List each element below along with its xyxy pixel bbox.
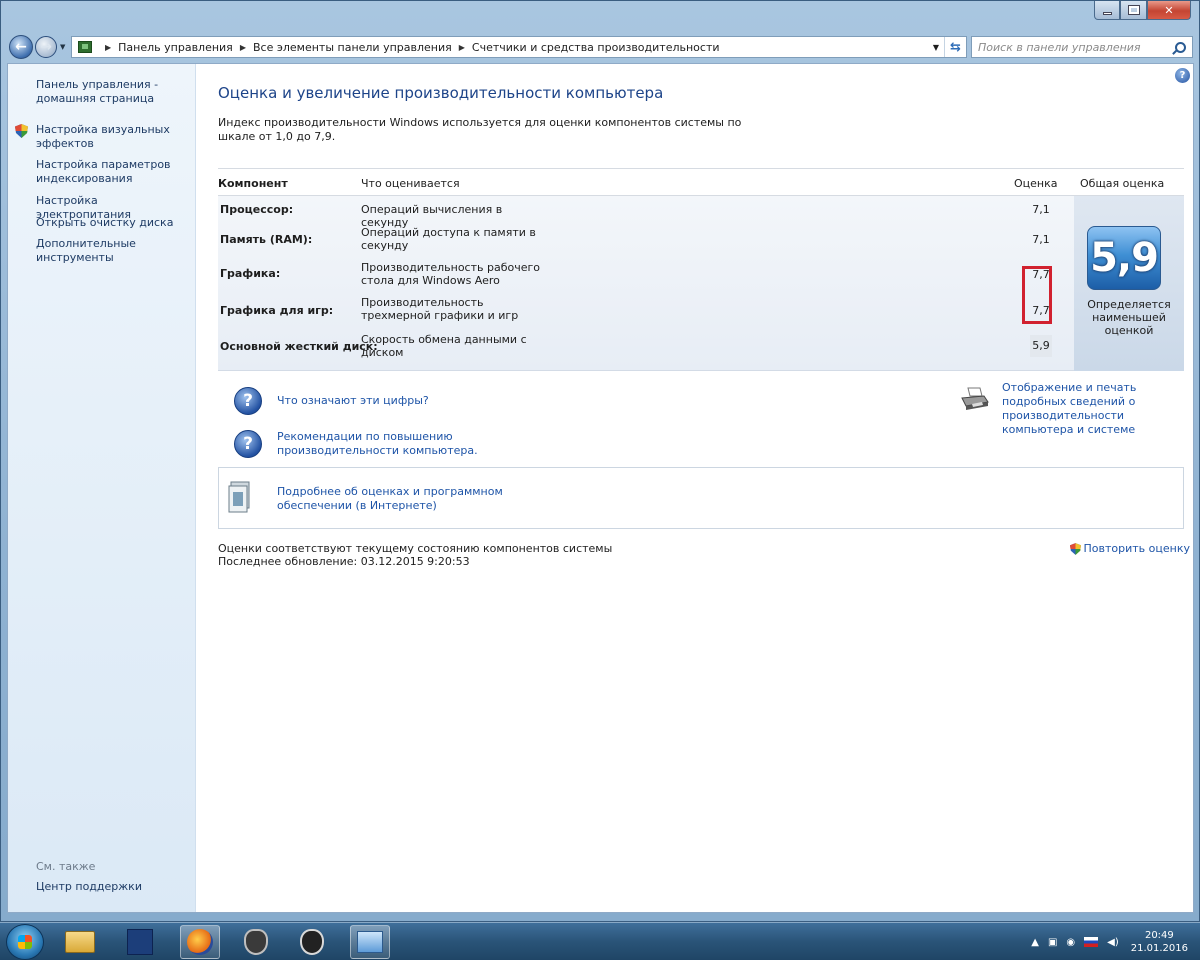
- table-row: Основной жесткий диск: Скорость обмена д…: [218, 329, 1068, 363]
- search-input[interactable]: Поиск в панели управления: [971, 36, 1193, 58]
- content-area: Панель управления - домашняя страница На…: [7, 63, 1194, 913]
- taskbar: ▲ ▣ ◉ ◀) 20:49 21.01.2016: [0, 922, 1200, 960]
- sidebar-item-visual-effects[interactable]: Настройка визуальных эффектов: [36, 123, 191, 151]
- system-tray: ▲ ▣ ◉ ◀) 20:49 21.01.2016: [1022, 923, 1188, 960]
- save-disk-taskbar-icon[interactable]: [120, 925, 160, 959]
- language-flag-icon[interactable]: [1084, 937, 1099, 947]
- world-of-tanks-taskbar-icon[interactable]: [292, 925, 332, 959]
- show-hidden-icons[interactable]: ▲: [1031, 937, 1039, 948]
- volume-icon[interactable]: ◀): [1107, 937, 1119, 948]
- table-row: Графика: Производительность рабочего сто…: [218, 258, 1068, 292]
- forward-button[interactable]: →: [35, 36, 57, 58]
- overall-score-note: Определяется наименьшей оценкой: [1087, 298, 1171, 337]
- explorer-taskbar-icon[interactable]: [60, 925, 100, 959]
- breadcrumb-separator-icon[interactable]: ▶: [459, 43, 465, 52]
- component-score: 7,1: [1032, 233, 1050, 246]
- search-placeholder: Поиск в панели управления: [978, 40, 1141, 54]
- minimize-button[interactable]: [1094, 1, 1120, 20]
- tips-link[interactable]: Рекомендации по повышению производительн…: [277, 430, 497, 458]
- navigation-bar: ← → ▼ ▶ Панель управления ▶ Все элементы…: [5, 35, 1193, 59]
- document-icon: [228, 481, 250, 513]
- column-header-component: Компонент: [218, 177, 288, 190]
- breadcrumb-item[interactable]: Панель управления: [118, 41, 233, 54]
- score-table: Компонент Что оценивается Оценка Общая о…: [218, 168, 1184, 371]
- printer-icon: [961, 387, 989, 410]
- network-icon[interactable]: ▣: [1048, 937, 1057, 948]
- component-name: Процессор:: [220, 203, 294, 216]
- antivirus-icon[interactable]: ◉: [1066, 937, 1075, 948]
- component-name: Графика:: [220, 267, 281, 280]
- table-row: Графика для игр: Производительность трех…: [218, 293, 1068, 327]
- address-dropdown-icon[interactable]: ▼: [928, 43, 944, 52]
- column-header-what: Что оценивается: [361, 177, 460, 190]
- breadcrumb-separator-icon[interactable]: ▶: [105, 43, 111, 52]
- last-update-line: Последнее обновление: 03.12.2015 9:20:53: [218, 555, 470, 568]
- intro-text: Индекс производительности Windows исполь…: [218, 116, 742, 143]
- see-also-heading: См. также: [36, 860, 96, 873]
- status-line: Оценки соответствуют текущему состоянию …: [218, 542, 613, 555]
- component-description: Скорость обмена данными с диском: [361, 333, 527, 359]
- clock-date: 21.01.2016: [1130, 943, 1188, 954]
- shield-icon: [1069, 542, 1081, 555]
- column-header-score: Оценка: [1014, 177, 1058, 190]
- table-header: Компонент Что оценивается Оценка Общая о…: [218, 168, 1184, 196]
- page-title: Оценка и увеличение производительности к…: [218, 84, 664, 102]
- clock[interactable]: 20:49 21.01.2016: [1131, 929, 1188, 955]
- performance-taskbar-icon[interactable]: [350, 925, 390, 959]
- print-details-link[interactable]: Отображение и печать подробных сведений …: [1002, 381, 1186, 437]
- shield-icon: [15, 124, 28, 138]
- breadcrumb-item[interactable]: Счетчики и средства производительности: [472, 41, 720, 54]
- clock-time: 20:49: [1144, 930, 1174, 941]
- component-name: Графика для игр:: [220, 304, 334, 317]
- caption-buttons: ✕: [1094, 1, 1191, 20]
- component-description: Операций доступа к памяти в секунду: [361, 226, 536, 252]
- what-numbers-link[interactable]: Что означают эти цифры?: [277, 394, 429, 408]
- overall-score-panel: 5,9 Определяется наименьшей оценкой: [1074, 196, 1184, 371]
- breadcrumb-item[interactable]: Все элементы панели управления: [253, 41, 452, 54]
- control-panel-icon: [78, 41, 92, 53]
- repeat-assessment-link[interactable]: Повторить оценку: [1069, 542, 1190, 555]
- firefox-taskbar-icon[interactable]: [180, 925, 220, 959]
- component-description: Производительность трехмерной графики и …: [361, 296, 519, 322]
- component-name: Основной жесткий диск:: [220, 340, 378, 353]
- main-pane: ? Оценка и увеличение производительности…: [218, 64, 1194, 912]
- component-score: 7,1: [1032, 203, 1050, 216]
- repeat-assessment-label[interactable]: Повторить оценку: [1084, 542, 1190, 555]
- component-description: Производительность рабочего стола для Wi…: [361, 261, 541, 287]
- more-online-link[interactable]: Подробнее об оценках и программном обесп…: [277, 485, 517, 513]
- overall-score-value: 5,9: [1090, 235, 1159, 281]
- table-row: Память (RAM): Операций доступа к памяти …: [218, 223, 1068, 257]
- score-highlight-box: [1022, 266, 1052, 324]
- sidebar-item-disk-cleanup[interactable]: Открыть очистку диска: [36, 216, 191, 230]
- status-text: Оценки соответствуют текущему состоянию …: [218, 542, 612, 568]
- column-header-overall: Общая оценка: [1080, 177, 1165, 190]
- search-icon[interactable]: [1175, 41, 1186, 53]
- help-question-icon: ?: [234, 430, 262, 458]
- table-body: Процессор: Операций вычисления в секунду…: [218, 196, 1184, 371]
- maximize-button[interactable]: [1120, 1, 1147, 20]
- sidebar: Панель управления - домашняя страница На…: [8, 64, 196, 912]
- sidebar-item-home[interactable]: Панель управления - домашняя страница: [36, 78, 191, 106]
- help-question-icon: ?: [234, 387, 262, 415]
- refresh-icon[interactable]: ⇆: [944, 37, 966, 57]
- component-score: 5,9: [1030, 335, 1052, 357]
- help-icon[interactable]: ?: [1175, 68, 1190, 83]
- more-info-box: Подробнее об оценках и программном обесп…: [218, 467, 1184, 529]
- back-button[interactable]: ←: [9, 35, 33, 59]
- component-name: Память (RAM):: [220, 233, 313, 246]
- sidebar-item-advanced-tools[interactable]: Дополнительные инструменты: [36, 237, 191, 265]
- breadcrumb-separator-icon[interactable]: ▶: [240, 43, 246, 52]
- recent-pages-dropdown[interactable]: ▼: [60, 43, 68, 51]
- overall-score-badge: 5,9: [1087, 226, 1161, 290]
- address-bar[interactable]: ▶ Панель управления ▶ Все элементы панел…: [71, 36, 967, 58]
- control-panel-window: ✕ ← → ▼ ▶ Панель управления ▶ Все элемен…: [0, 0, 1200, 922]
- game-launcher-taskbar-icon[interactable]: [236, 925, 276, 959]
- close-button[interactable]: ✕: [1147, 1, 1191, 20]
- sidebar-item-support-center[interactable]: Центр поддержки: [36, 880, 142, 893]
- start-button[interactable]: [6, 924, 44, 960]
- sidebar-item-indexing[interactable]: Настройка параметров индексирования: [36, 158, 191, 186]
